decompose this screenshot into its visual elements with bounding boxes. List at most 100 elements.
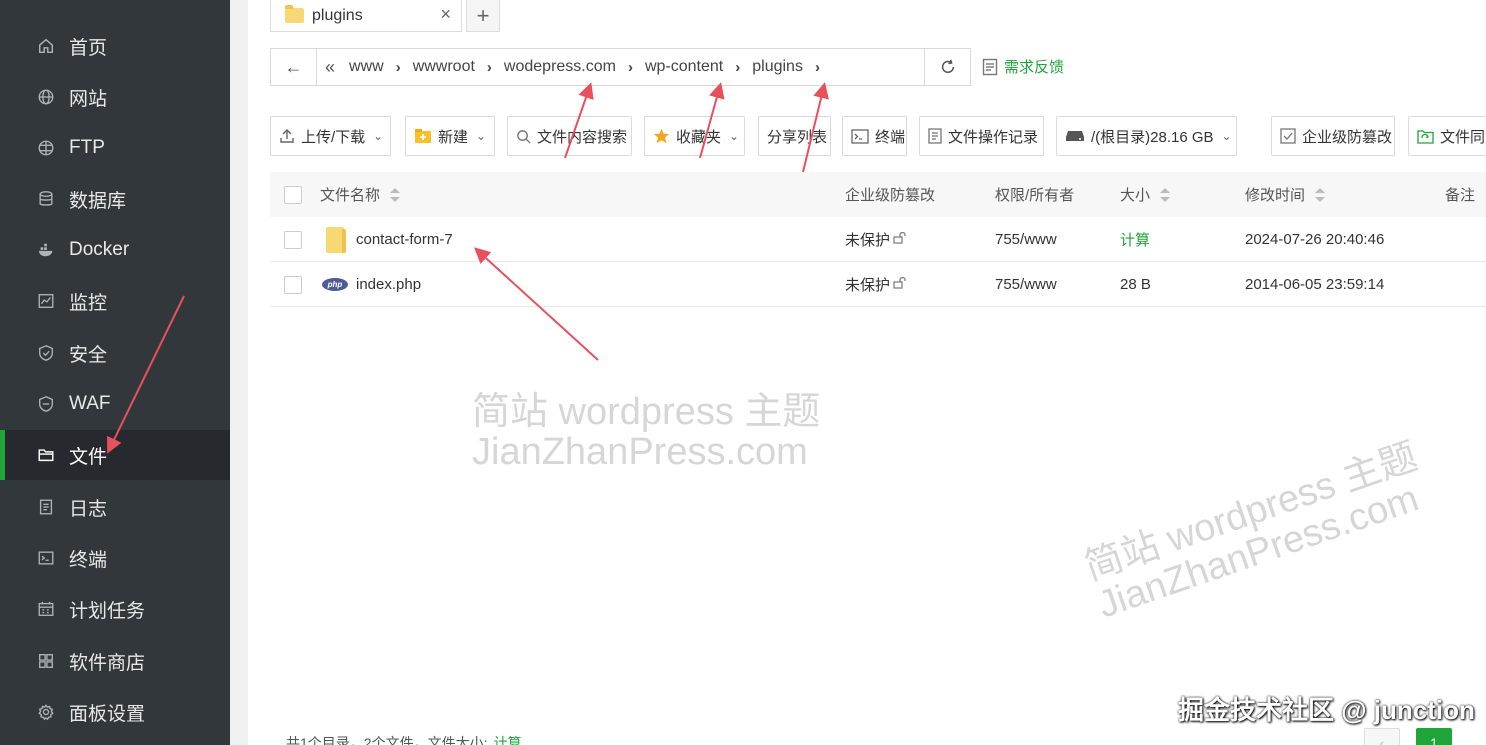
- chevron-right-icon: ›: [627, 58, 633, 76]
- row-checkbox[interactable]: [284, 230, 302, 249]
- chevron-right-icon: ›: [395, 58, 401, 76]
- file-op-log-label: 文件操作记录: [948, 128, 1039, 146]
- file-name[interactable]: contact-form-7: [356, 231, 453, 248]
- sidebar-item-ftp[interactable]: FTP: [0, 123, 230, 173]
- permission-cell[interactable]: 755/www: [995, 217, 1057, 262]
- sidebar-item-logs[interactable]: 日志: [0, 482, 230, 532]
- sidebar-item-label: FTP: [69, 137, 105, 158]
- feedback-label: 需求反馈: [1004, 59, 1065, 76]
- back-button[interactable]: ←: [271, 49, 317, 85]
- sidebar-item-docker[interactable]: Docker: [0, 225, 230, 275]
- tamper-proof-button[interactable]: 企业级防篡改: [1271, 116, 1395, 156]
- file-name[interactable]: index.php: [356, 276, 421, 293]
- sidebar-item-panel-settings[interactable]: 面板设置: [0, 687, 230, 737]
- chevron-right-icon: ›: [486, 58, 492, 76]
- feedback-link[interactable]: 需求反馈: [982, 56, 1064, 77]
- sidebar-item-security[interactable]: 安全: [0, 328, 230, 378]
- close-icon[interactable]: ×: [440, 4, 451, 25]
- sort-icon[interactable]: [1315, 187, 1326, 202]
- breadcrumb-item-wwwroot[interactable]: wwwroot: [413, 58, 475, 76]
- column-name[interactable]: 文件名称: [320, 172, 401, 217]
- sidebar-item-waf[interactable]: WAF: [0, 379, 230, 429]
- select-all-checkbox[interactable]: [284, 172, 302, 217]
- tamper-status-label: 未保护: [845, 277, 891, 294]
- sidebar-item-files[interactable]: 文件: [0, 430, 230, 480]
- file-op-log-button[interactable]: 文件操作记录: [919, 116, 1044, 156]
- size-calc-link[interactable]: 计算: [1120, 217, 1150, 262]
- upload-download-button[interactable]: 上传/下载 ⌄: [270, 116, 391, 156]
- sidebar-item-app-store[interactable]: 软件商店: [0, 636, 230, 686]
- summary-text: 共1个目录，2个文件，文件大小:: [286, 735, 488, 745]
- sort-icon[interactable]: [390, 187, 401, 202]
- content-search-button[interactable]: 文件内容搜索: [507, 116, 632, 156]
- table-row[interactable]: php index.php 未保护 755/www 28 B 2014-06-0…: [270, 262, 1486, 307]
- tamper-status[interactable]: 未保护: [845, 262, 907, 307]
- column-tamper-label: 企业级防篡改: [845, 187, 936, 204]
- prev-page-button[interactable]: ‹: [1364, 728, 1400, 745]
- breadcrumb-item-wp-content[interactable]: wp-content: [645, 58, 723, 76]
- docker-icon: [36, 240, 56, 260]
- tab-plugins[interactable]: plugins ×: [270, 0, 462, 32]
- file-name-cell[interactable]: contact-form-7: [326, 217, 453, 262]
- row-checkbox[interactable]: [284, 275, 302, 294]
- terminal-icon: [36, 548, 56, 568]
- chevron-down-icon: ⌄: [373, 129, 384, 143]
- column-note: 备注: [1445, 172, 1475, 217]
- sidebar-item-terminal[interactable]: 终端: [0, 533, 230, 583]
- sidebar-item-websites[interactable]: 网站: [0, 72, 230, 122]
- tamper-status-label: 未保护: [845, 232, 891, 249]
- sidebar-item-cron[interactable]: 计划任务: [0, 584, 230, 634]
- calc-size-link[interactable]: 计算: [493, 735, 521, 745]
- sidebar-item-home[interactable]: 首页: [0, 21, 230, 71]
- folder-icon: [285, 5, 304, 23]
- file-name-cell[interactable]: php index.php: [322, 262, 421, 307]
- mtime-value: 2024-07-26 20:40:46: [1245, 231, 1385, 248]
- refresh-button[interactable]: [924, 49, 970, 85]
- table-row[interactable]: contact-form-7 未保护 755/www 计算 2024-07-26…: [270, 217, 1486, 262]
- double-chevron-left-icon[interactable]: «: [325, 57, 335, 78]
- share-list-label: 分享列表: [767, 128, 828, 146]
- column-size[interactable]: 大小: [1120, 172, 1171, 217]
- apps-grid-icon: [36, 651, 56, 671]
- sidebar-item-label: 首页: [69, 37, 108, 59]
- new-button[interactable]: 新建 ⌄: [405, 116, 495, 156]
- sidebar-item-database[interactable]: 数据库: [0, 174, 230, 224]
- breadcrumb-item-site[interactable]: wodepress.com: [504, 58, 616, 76]
- tamper-status[interactable]: 未保护: [845, 217, 907, 262]
- sidebar-item-label: 终端: [69, 549, 108, 571]
- size-cell: 28 B: [1120, 262, 1151, 307]
- size-value: 计算: [1120, 232, 1151, 249]
- file-sync-button[interactable]: 文件同步: [1408, 116, 1486, 156]
- permission-value: 755/www: [995, 276, 1057, 293]
- terminal-button[interactable]: 终端: [842, 116, 907, 156]
- php-file-icon: php: [322, 278, 348, 291]
- breadcrumb-item-www[interactable]: www: [349, 58, 384, 76]
- sidebar-item-label: 网站: [69, 88, 108, 110]
- new-folder-icon: [414, 128, 432, 144]
- unlock-icon: [893, 231, 907, 247]
- sidebar-item-label: WAF: [69, 393, 111, 414]
- add-tab-button[interactable]: +: [466, 0, 500, 32]
- feedback-doc-icon: [982, 58, 998, 75]
- breadcrumb-item-plugins[interactable]: plugins: [752, 58, 803, 76]
- chevron-right-icon: ›: [735, 58, 741, 76]
- column-mtime[interactable]: 修改时间: [1245, 172, 1326, 217]
- sidebar-item-label: 计划任务: [69, 600, 146, 622]
- folder-icon: [36, 445, 56, 465]
- sidebar-item-monitor[interactable]: 监控: [0, 276, 230, 326]
- disk-select[interactable]: /(根目录)28.16 GB ⌄: [1056, 116, 1237, 156]
- shield-icon: [36, 343, 56, 363]
- file-table-header: 文件名称 企业级防篡改 权限/所有者 大小 修改时间 备注: [270, 172, 1486, 217]
- favorites-button[interactable]: 收藏夹 ⌄: [644, 116, 745, 156]
- home-icon: [36, 36, 56, 56]
- page-1-button[interactable]: 1: [1416, 728, 1452, 745]
- sidebar-item-label: 日志: [69, 498, 108, 520]
- sort-icon[interactable]: [1160, 187, 1171, 202]
- share-list-button[interactable]: 分享列表: [758, 116, 831, 156]
- checkbox[interactable]: [284, 185, 302, 204]
- arrow-left-icon: ←: [284, 56, 303, 77]
- size-value: 28 B: [1120, 276, 1151, 293]
- gear-icon: [36, 702, 56, 722]
- chevron-down-icon: ⌄: [476, 129, 487, 143]
- permission-cell[interactable]: 755/www: [995, 262, 1057, 307]
